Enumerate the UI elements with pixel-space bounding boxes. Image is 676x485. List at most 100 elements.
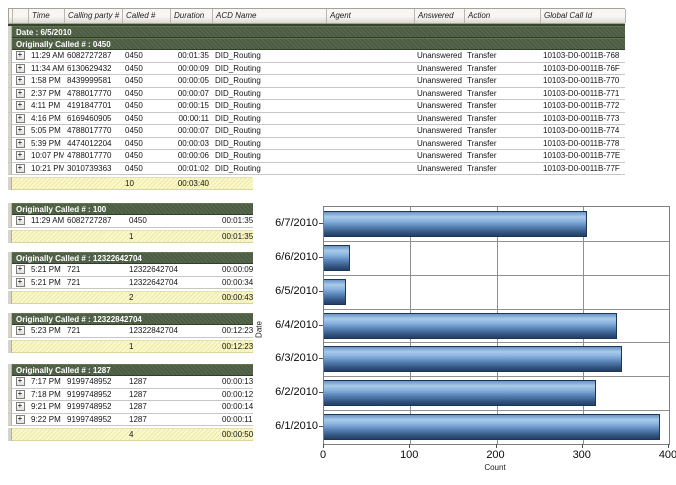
table-row[interactable]: +1:58 PM8439999581045000:00:05DID_Routin… <box>8 75 625 88</box>
x-tick-label: 400 <box>646 449 676 461</box>
expand-button[interactable]: + <box>16 265 25 274</box>
expand-button[interactable]: + <box>16 114 25 123</box>
calling-party-value: 721 <box>64 325 126 337</box>
table-row[interactable]: +11:34 AM6130629432045000:00:09DID_Routi… <box>8 63 625 76</box>
column-header-duration[interactable]: Duration <box>171 9 213 23</box>
bar-6/6/2010[interactable] <box>324 245 350 271</box>
time-value: 11:29 AM <box>28 215 64 227</box>
summary-duration: 00:12:23 <box>219 341 253 352</box>
group-summary-row: 400:00:50 <box>8 428 253 441</box>
table-row[interactable]: +5:39 PM4474012204045000:00:03DID_Routin… <box>8 138 625 151</box>
table-row[interactable]: +7:17 PM9199748952128700:00:13 <box>8 376 253 389</box>
answered-value: Unanswered <box>414 113 464 125</box>
table-row[interactable]: +2:37 PM4788017770045000:00:07DID_Routin… <box>8 88 625 101</box>
expand-button[interactable]: + <box>16 415 25 424</box>
calling-party-value: 4474012204 <box>64 138 122 150</box>
acd-name-value: DID_Routing <box>212 100 326 112</box>
bar-6/7/2010[interactable] <box>324 211 587 237</box>
expand-button[interactable]: + <box>16 326 25 335</box>
bar-6/5/2010[interactable] <box>324 279 346 305</box>
y-tick-mark <box>319 325 323 326</box>
called-number-value: 0450 <box>122 63 170 75</box>
expand-button[interactable]: + <box>16 390 25 399</box>
group-header-band[interactable]: Originally Called # : 1287 <box>8 364 253 376</box>
table-row[interactable]: +4:11 PM4191847701045000:00:15DID_Routin… <box>8 100 625 113</box>
y-tick-label: 6/2/2010 <box>275 385 318 399</box>
table-row[interactable]: +11:29 AM6082727287045000:01:35DID_Routi… <box>8 50 625 63</box>
table-row[interactable]: +7:18 PM9199748952128700:00:12 <box>8 389 253 402</box>
calling-party-value: 9199748952 <box>64 376 126 388</box>
table-row[interactable]: +9:22 PM9199748952128700:00:11 <box>8 414 253 427</box>
time-value: 2:37 PM <box>28 88 64 100</box>
expand-button[interactable]: + <box>16 51 25 60</box>
bar-6/4/2010[interactable] <box>324 313 617 339</box>
column-header-time[interactable]: Time <box>29 9 65 23</box>
agent-value <box>326 138 414 150</box>
agent-value <box>326 125 414 137</box>
duration-value: 00:00:12 <box>219 389 253 401</box>
expand-button[interactable]: + <box>16 101 25 110</box>
group-header-band[interactable]: Originally Called # : 12322642704 <box>8 252 253 264</box>
called-number-value: 0450 <box>122 75 170 87</box>
expand-button[interactable]: + <box>16 139 25 148</box>
answered-value: Unanswered <box>414 125 464 137</box>
table-row[interactable]: +9:21 PM9199748952128700:00:14 <box>8 401 253 414</box>
column-header-global-call-id[interactable]: Global Call Id <box>541 9 626 23</box>
bar-6/2/2010[interactable] <box>324 380 596 406</box>
called-number-value: 12322642704 <box>126 264 219 276</box>
summary-spacer <box>64 429 126 440</box>
expand-cell: + <box>12 389 28 401</box>
expand-button[interactable]: + <box>16 377 25 386</box>
column-header-calling-party[interactable]: Calling party # <box>65 9 123 23</box>
group-header-band[interactable]: Originally Called # : 0450 <box>8 38 625 50</box>
column-header-answered[interactable]: Answered <box>415 9 465 23</box>
bar-6/3/2010[interactable] <box>324 346 622 372</box>
expand-cell: + <box>12 100 28 112</box>
called-number-value: 1287 <box>126 376 219 388</box>
expand-cell: + <box>12 63 28 75</box>
mini-group-tables: Originally Called # : 100+11:29 AM608272… <box>8 203 253 441</box>
table-row[interactable]: +5:23 PM7211232284270400:12:23 <box>8 325 253 338</box>
expand-button[interactable]: + <box>16 216 25 225</box>
expand-button[interactable]: + <box>16 151 25 160</box>
table-row[interactable]: +10:07 PM4788017770045000:00:06DID_Routi… <box>8 150 625 163</box>
bar-6/1/2010[interactable] <box>324 414 660 440</box>
acd-name-value: DID_Routing <box>212 113 326 125</box>
called-number-value: 0450 <box>122 88 170 100</box>
group-header-band[interactable]: Originally Called # : 100 <box>8 203 253 215</box>
agent-value <box>326 75 414 87</box>
expand-button[interactable]: + <box>16 164 25 173</box>
column-header-action[interactable]: Action <box>465 9 541 23</box>
group-header-band[interactable]: Originally Called # : 12322842704 <box>8 313 253 325</box>
column-header-agent[interactable]: Agent <box>327 9 415 23</box>
duration-value: 00:00:15 <box>170 100 212 112</box>
global-call-id-value: 10103-D0-0011B-773 <box>540 113 625 125</box>
expand-button[interactable]: + <box>16 126 25 135</box>
time-value: 11:29 AM <box>28 50 64 62</box>
expand-button[interactable]: + <box>16 278 25 287</box>
column-header-acd-name[interactable]: ACD Name <box>213 9 327 23</box>
expand-cell: + <box>12 75 28 87</box>
table-row[interactable]: +5:05 PM4788017770045000:00:07DID_Routin… <box>8 125 625 138</box>
expand-button[interactable]: + <box>16 76 25 85</box>
table-row[interactable]: +4:16 PM6169460905045000:00:11DID_Routin… <box>8 113 625 126</box>
duration-value: 00:00:07 <box>170 88 212 100</box>
expand-button[interactable]: + <box>16 64 25 73</box>
table-row[interactable]: +5:21 PM7211232264270400:00:34 <box>8 277 253 290</box>
time-value: 5:21 PM <box>28 264 64 276</box>
expand-button[interactable]: + <box>16 402 25 411</box>
called-number-value: 1287 <box>126 401 219 413</box>
calling-party-value: 8439999581 <box>64 75 122 87</box>
date-group-band[interactable]: Date : 6/5/2010 <box>8 26 625 38</box>
table-row[interactable]: +11:29 AM6082727287045000:01:35 <box>8 215 253 228</box>
table-row[interactable]: +5:21 PM7211232264270400:00:09 <box>8 264 253 277</box>
group-summary-band: 400:00:50 <box>12 428 253 441</box>
y-tick-label: 6/1/2010 <box>275 419 318 433</box>
x-tick-label: 100 <box>387 449 431 461</box>
column-header-called-number[interactable]: Called # <box>123 9 171 23</box>
table-row[interactable]: +10:21 PM3010739363045000:01:02DID_Routi… <box>8 163 625 176</box>
summary-spacer <box>64 178 122 189</box>
expand-button[interactable]: + <box>16 89 25 98</box>
time-value: 11:34 AM <box>28 63 64 75</box>
acd-name-value: DID_Routing <box>212 50 326 62</box>
